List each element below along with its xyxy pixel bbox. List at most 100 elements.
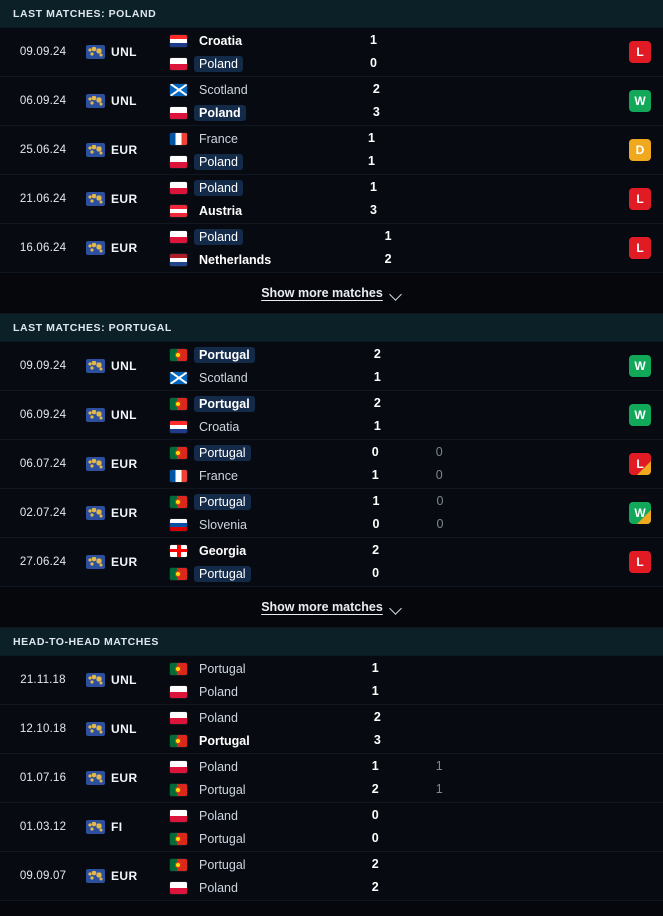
secondary-score-cell — [438, 395, 498, 435]
match-date: 12.10.18 — [19, 723, 67, 735]
competition-name: UNL — [111, 722, 137, 736]
table-row[interactable]: 25.06.24 EUR France Poland 1 1 D — [0, 126, 663, 175]
secondary-score-home — [434, 32, 494, 49]
score-cell: 21 — [374, 395, 438, 435]
team-home: Portugal — [170, 444, 372, 461]
competition-cell[interactable]: UNL — [86, 94, 166, 108]
table-row[interactable]: 16.06.24 EUR Poland Netherlands 1 2 L — [0, 224, 663, 273]
poland-flag-icon — [170, 881, 187, 894]
table-row[interactable]: 01.07.16 EUR Poland Portugal 1 2 1 1 — [0, 754, 663, 803]
competition-cell[interactable]: UNL — [86, 408, 166, 422]
table-row[interactable]: 06.09.24 UNL Portugal Croatia 2 1 W — [0, 391, 663, 440]
teams-cell: Portugal Scotland — [166, 346, 374, 386]
score-cell: 23 — [374, 709, 438, 749]
show-more-matches-button[interactable]: Show more matches — [0, 587, 663, 628]
competition-name: UNL — [111, 673, 137, 687]
team-name: Poland — [194, 104, 246, 121]
secondary-score-away — [434, 202, 494, 219]
competition-cell[interactable]: EUR — [86, 506, 166, 520]
match-date: 06.09.24 — [19, 409, 67, 421]
match-date: 06.07.24 — [19, 458, 67, 470]
secondary-score-home — [438, 346, 498, 363]
match-date: 21.11.18 — [20, 674, 66, 686]
teams-cell: Poland Portugal — [166, 758, 372, 798]
table-row[interactable]: 09.09.24 UNL Croatia Poland 1 0 L — [0, 28, 663, 77]
competition-cell[interactable]: UNL — [86, 359, 166, 373]
score-cell: 22 — [372, 856, 436, 896]
show-more-matches-button[interactable]: Show more matches — [0, 273, 663, 314]
team-home: Poland — [170, 179, 370, 196]
competition-cell[interactable]: UNL — [86, 722, 166, 736]
show-more-matches-label: Show more matches — [261, 286, 383, 300]
teams-cell: France Poland — [166, 130, 368, 170]
competition-name: UNL — [111, 94, 137, 108]
score-cell: 21 — [374, 346, 438, 386]
team-home: Scotland — [170, 81, 373, 98]
team-away: France — [170, 467, 372, 484]
table-row[interactable]: 21.06.24 EUR Poland Austria 1 3 L — [0, 175, 663, 224]
world-map-icon — [86, 506, 105, 520]
secondary-score-cell — [434, 179, 494, 219]
team-name: Portugal — [194, 395, 255, 412]
section-header-last-matches-poland: LAST MATCHES: POLAND — [0, 0, 663, 28]
secondary-score-away: 0 — [436, 517, 444, 531]
world-map-icon — [86, 45, 105, 59]
table-row[interactable]: 21.11.18 UNL Portugal Poland 1 1 — [0, 656, 663, 705]
competition-cell[interactable]: EUR — [86, 143, 166, 157]
team-home: Georgia — [170, 542, 372, 559]
competition-name: UNL — [111, 45, 137, 59]
secondary-score-cell — [437, 81, 497, 121]
team-name: Austria — [199, 203, 243, 218]
status-badge-label: L — [636, 457, 644, 471]
world-map-icon — [86, 869, 105, 883]
score-away: 0 — [372, 517, 380, 531]
competition-name: UNL — [111, 359, 137, 373]
table-row[interactable]: 06.09.24 UNL Scotland Poland 2 3 W — [0, 77, 663, 126]
status-badge-label: W — [634, 94, 646, 108]
table-row[interactable]: 12.10.18 UNL Poland Portugal 2 3 — [0, 705, 663, 754]
team-name: Scotland — [199, 82, 248, 97]
table-row[interactable]: 06.07.24 EUR Portugal France 0 1 0 0 L — [0, 440, 663, 489]
competition-cell[interactable]: UNL — [86, 45, 166, 59]
score-home: 2 — [373, 396, 381, 410]
poland-flag-icon — [170, 57, 187, 70]
portugal-flag-icon — [170, 446, 187, 459]
secondary-score-home — [436, 856, 496, 873]
result-badge-cell: W — [617, 355, 663, 377]
secondary-score-home — [438, 709, 498, 726]
competition-cell[interactable]: EUR — [86, 771, 166, 785]
competition-cell[interactable]: EUR — [86, 192, 166, 206]
score-home: 1 — [370, 180, 377, 194]
table-row[interactable]: 09.09.07 EUR Portugal Poland 2 2 — [0, 852, 663, 901]
status-badge: W — [629, 502, 652, 524]
table-row[interactable]: 09.09.24 UNL Portugal Scotland 2 1 W — [0, 342, 663, 391]
team-name: Slovenia — [199, 517, 247, 532]
team-away: Poland — [170, 879, 372, 896]
competition-cell[interactable]: EUR — [86, 457, 166, 471]
competition-cell[interactable]: FI — [86, 820, 166, 834]
score-cell: 23 — [373, 81, 437, 121]
secondary-score-away: 1 — [435, 782, 443, 796]
team-name: Portugal — [194, 444, 251, 461]
competition-cell[interactable]: EUR — [86, 869, 166, 883]
team-away: Scotland — [170, 369, 374, 386]
austria-flag-icon — [170, 204, 187, 217]
score-away: 3 — [370, 203, 377, 217]
world-map-icon — [86, 457, 105, 471]
poland-flag-icon — [170, 711, 187, 724]
teams-cell: Portugal France — [166, 444, 372, 484]
score-cell: 12 — [372, 758, 436, 798]
team-name: Poland — [194, 228, 243, 245]
competition-cell[interactable]: UNL — [86, 673, 166, 687]
score-home: 1 — [367, 131, 375, 145]
team-name: Portugal — [199, 857, 246, 872]
competition-cell[interactable]: EUR — [86, 555, 166, 569]
world-map-icon — [86, 241, 105, 255]
competition-cell[interactable]: EUR — [86, 241, 166, 255]
score-cell: 11 — [372, 660, 436, 700]
table-row[interactable]: 27.06.24 EUR Georgia Portugal 2 0 L — [0, 538, 663, 587]
table-row[interactable]: 02.07.24 EUR Portugal Slovenia 1 0 0 0 W — [0, 489, 663, 538]
match-date: 09.09.24 — [19, 360, 67, 372]
teams-cell: Georgia Portugal — [166, 542, 372, 582]
table-row[interactable]: 01.03.12 FI Poland Portugal 0 0 — [0, 803, 663, 852]
